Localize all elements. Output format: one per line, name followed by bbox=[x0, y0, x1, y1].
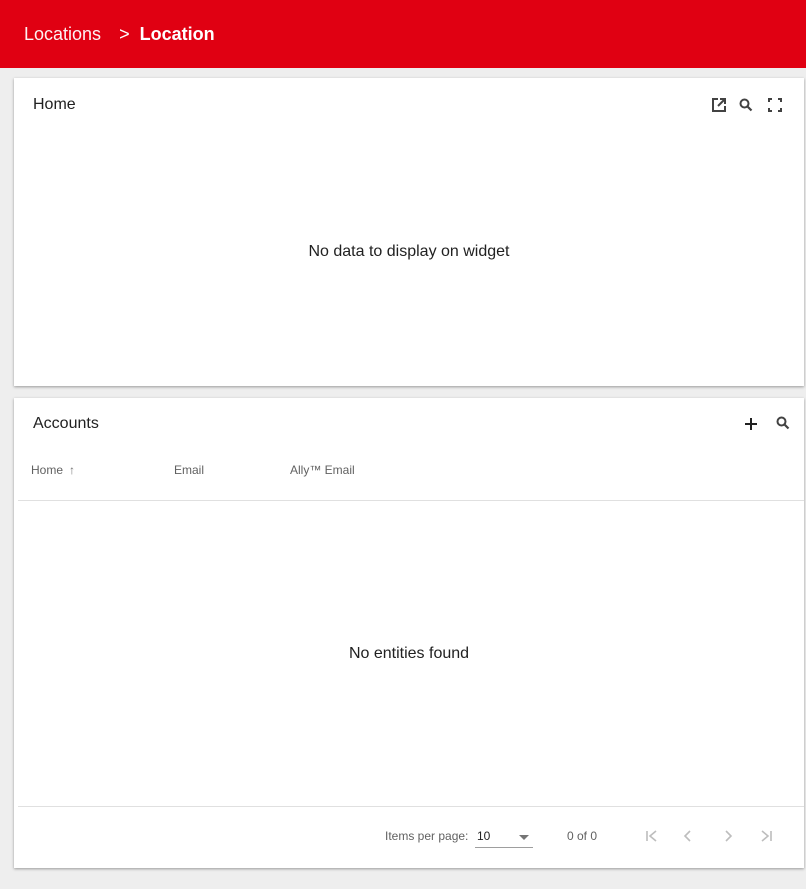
breadcrumb-separator: > bbox=[119, 23, 130, 44]
home-widget-empty-message: No data to display on widget bbox=[308, 243, 510, 260]
column-header-ally-email[interactable]: Ally™ Email bbox=[290, 463, 355, 477]
dropdown-caret-icon bbox=[519, 835, 529, 840]
table-header-row: Home ↑ Email Ally™ Email bbox=[18, 448, 804, 501]
paginator: Items per page: 10 0 of 0 bbox=[18, 806, 804, 869]
search-icon[interactable] bbox=[772, 412, 794, 434]
accounts-widget-card: Accounts Home ↑ Email Ally™ Email No enti… bbox=[14, 398, 804, 868]
fullscreen-icon[interactable] bbox=[764, 94, 786, 116]
breadcrumb-current: Location bbox=[139, 23, 215, 44]
next-page-icon[interactable] bbox=[716, 824, 740, 848]
page-range-label: 0 of 0 bbox=[567, 829, 598, 843]
sort-ascending-icon: ↑ bbox=[69, 463, 76, 477]
add-icon[interactable] bbox=[740, 413, 762, 435]
items-per-page-label: Items per page: bbox=[385, 829, 469, 843]
previous-page-icon[interactable] bbox=[676, 824, 700, 848]
items-per-page-value: 10 bbox=[477, 829, 491, 843]
breadcrumb-locations-link[interactable]: Locations bbox=[24, 24, 101, 45]
home-widget-title: Home bbox=[33, 96, 76, 113]
open-in-new-icon[interactable] bbox=[708, 94, 730, 116]
first-page-icon[interactable] bbox=[640, 824, 664, 848]
items-per-page-select[interactable]: 10 bbox=[475, 825, 533, 848]
search-icon[interactable] bbox=[735, 94, 757, 116]
column-header-home-label: Home bbox=[31, 463, 64, 477]
column-header-email-label: Email bbox=[174, 463, 205, 477]
accounts-empty-message: No entities found bbox=[348, 645, 470, 662]
home-widget-card: Home No data to display on widget bbox=[14, 78, 804, 386]
column-header-home[interactable]: Home ↑ bbox=[31, 463, 75, 477]
accounts-widget-title: Accounts bbox=[33, 415, 99, 432]
last-page-icon[interactable] bbox=[754, 824, 778, 848]
column-header-ally-email-label: Ally™ Email bbox=[290, 463, 355, 477]
top-toolbar: Locations > Location bbox=[0, 0, 806, 68]
column-header-email[interactable]: Email bbox=[174, 463, 204, 477]
